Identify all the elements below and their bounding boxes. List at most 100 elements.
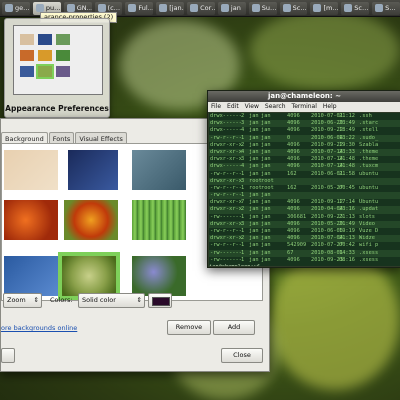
terminal-cell-u: jan <box>249 220 259 227</box>
terminal-cell-name: slots <box>359 213 375 220</box>
color-picker-button[interactable] <box>148 293 172 308</box>
menu-file[interactable]: File <box>211 102 221 112</box>
terminal-menubar: File Edit View Search Terminal Help <box>208 102 400 112</box>
add-button[interactable]: Add <box>213 320 255 335</box>
style-select-value: Zoom <box>7 296 26 304</box>
terminal-cell-perm: drwxr-xr-x <box>210 141 242 148</box>
terminal-cell-g: jan <box>261 113 271 119</box>
close-button-label: Close <box>233 351 251 359</box>
terminal-cell-name: Widze <box>359 235 375 242</box>
taskbar-button[interactable]: ge… <box>2 1 30 15</box>
terminal-cell-g: jan <box>261 242 271 249</box>
wallpaper-thumb[interactable] <box>132 150 186 190</box>
terminal-cell-size: 67 <box>287 249 294 256</box>
wallpaper-thumb[interactable] <box>4 256 58 296</box>
terminal-cell-u: jan <box>249 120 259 127</box>
terminal-cell-g: jan <box>261 148 271 155</box>
thumb-wallpaper <box>56 34 70 45</box>
app-icon <box>375 4 384 12</box>
taskbar-button[interactable]: [jan… <box>156 1 185 15</box>
terminal-cell-size: 4096 <box>287 120 300 127</box>
terminal-cell-n: 1 <box>241 213 245 220</box>
menu-help[interactable]: Help <box>323 102 337 112</box>
taskbar-button[interactable]: Su… <box>248 1 277 15</box>
terminal-cell-size: 4096 <box>287 206 300 213</box>
terminal-line: drwxr-xr-x 3 jan jan 4096 2010-07-14 21:48 .the… <box>209 156 400 163</box>
terminal-cell-name: .ssh <box>359 113 372 119</box>
remove-button-label: Remove <box>175 323 203 331</box>
thumb-wallpaper <box>38 34 52 45</box>
app-icon <box>66 4 75 12</box>
terminal-cell-time: 21:13 <box>339 213 355 220</box>
terminal-cell-perm: drwxr-xr-x <box>210 206 242 213</box>
wallpaper-thumb[interactable] <box>68 150 118 190</box>
menu-search[interactable]: Search <box>265 102 286 112</box>
terminal-cell-u: jan <box>249 113 259 119</box>
terminal-line: -rw------- 1 jan jan 4096 2010-09-23 08:16 .xse… <box>209 257 400 264</box>
taskbar-button-label: [m… <box>323 4 339 12</box>
terminal-cell-n: 1 <box>241 170 245 177</box>
terminal-cell-name: Szabla <box>359 141 379 148</box>
wallpaper-thumb[interactable] <box>132 256 186 296</box>
terminal-cell-perm: drwx------ <box>210 163 242 170</box>
terminal-cell-name: .stell <box>359 127 379 134</box>
terminal-cell-perm: drwxr-xr-x <box>210 156 242 163</box>
taskbar-button[interactable]: Sc… <box>279 1 308 15</box>
terminal-cell-time: 23:33 <box>339 148 355 155</box>
taskbar-button-label: (c… <box>107 4 121 12</box>
colors-select[interactable]: Solid color ⇕ <box>78 293 145 308</box>
terminal-cell-g: jan <box>261 156 271 163</box>
terminal-cell-name: .theme <box>359 156 379 163</box>
switcher-caption: Appearance Preferences <box>5 104 109 113</box>
terminal-cell-size: 4096 <box>287 199 300 206</box>
terminal-cell-size: 4096 <box>287 220 300 227</box>
wallpaper-thumb-selected[interactable] <box>58 252 120 300</box>
remove-button[interactable]: Remove <box>167 320 211 335</box>
terminal-cell-size: 4096 <box>287 235 300 242</box>
taskbar-button[interactable]: jan <box>217 1 246 15</box>
menu-view[interactable]: View <box>245 102 259 112</box>
wallpaper-thumb[interactable] <box>132 200 186 240</box>
window-switcher-preview[interactable]: Appearance Preferences <box>4 18 110 118</box>
terminal-cell-time: 21:49 <box>339 220 355 227</box>
terminal-cell-g: jan <box>261 120 271 127</box>
taskbar-button[interactable]: S… <box>372 1 400 15</box>
wallpaper-thumb[interactable] <box>4 150 58 190</box>
terminal-line: -rw-r--r-- 1 jan jan <box>209 192 400 200</box>
terminal-output[interactable]: drwx------ 2 jan jan 4096 2010-07-01 21:12 .ssh… <box>209 113 400 266</box>
wallpaper-thumb[interactable] <box>4 200 58 240</box>
menu-edit[interactable]: Edit <box>227 102 239 112</box>
terminal-cell-g: root <box>261 177 274 184</box>
taskbar-button[interactable]: Cor… <box>187 1 215 15</box>
style-select[interactable]: Zoom ⇕ <box>3 293 42 308</box>
more-backgrounds-link[interactable]: ore backgrounds online <box>1 324 77 332</box>
terminal-cell-perm: drwx------ <box>210 127 242 134</box>
terminal-cell-perm: drwxr-xr-x <box>210 177 242 184</box>
taskbar-button[interactable]: [m… <box>310 1 339 15</box>
help-button[interactable] <box>1 348 15 363</box>
terminal-cell-perm: -rw-r--r-- <box>210 192 242 199</box>
taskbar-button[interactable]: Sc… <box>341 1 370 15</box>
terminal-cell-name: ubuntu <box>359 170 379 177</box>
wallpaper-thumb[interactable] <box>64 200 118 240</box>
terminal-cell-time: 21:48 <box>339 156 355 163</box>
terminal-cell-u: jan <box>249 242 259 249</box>
terminal-cell-n: 2 <box>241 235 245 242</box>
terminal-cell-n: 3 <box>241 120 245 127</box>
terminal-cell-u: jan <box>249 235 259 242</box>
app-icon <box>97 4 106 12</box>
terminal-cell-g: jan <box>261 199 271 206</box>
terminal-cell-n: 4 <box>241 163 245 170</box>
terminal-cell-perm: -rw------- <box>210 249 242 256</box>
terminal-cell-u: root <box>249 184 262 191</box>
close-button[interactable]: Close <box>221 348 263 363</box>
terminal-cell-size: 4096 <box>287 148 300 155</box>
terminal-cell-name: .sudo_ <box>359 134 379 141</box>
terminal-cell-g: jan <box>261 249 271 256</box>
terminal-cell-u: jan <box>249 148 259 155</box>
terminal-line: drwx------ 2 jan jan 4096 2010-07-01 21:12 .ssh <box>209 113 400 120</box>
app-icon <box>220 4 229 12</box>
terminal-cell-n: 1 <box>241 256 245 263</box>
taskbar-button[interactable]: Ful… <box>125 1 154 15</box>
menu-terminal[interactable]: Terminal <box>292 102 317 112</box>
